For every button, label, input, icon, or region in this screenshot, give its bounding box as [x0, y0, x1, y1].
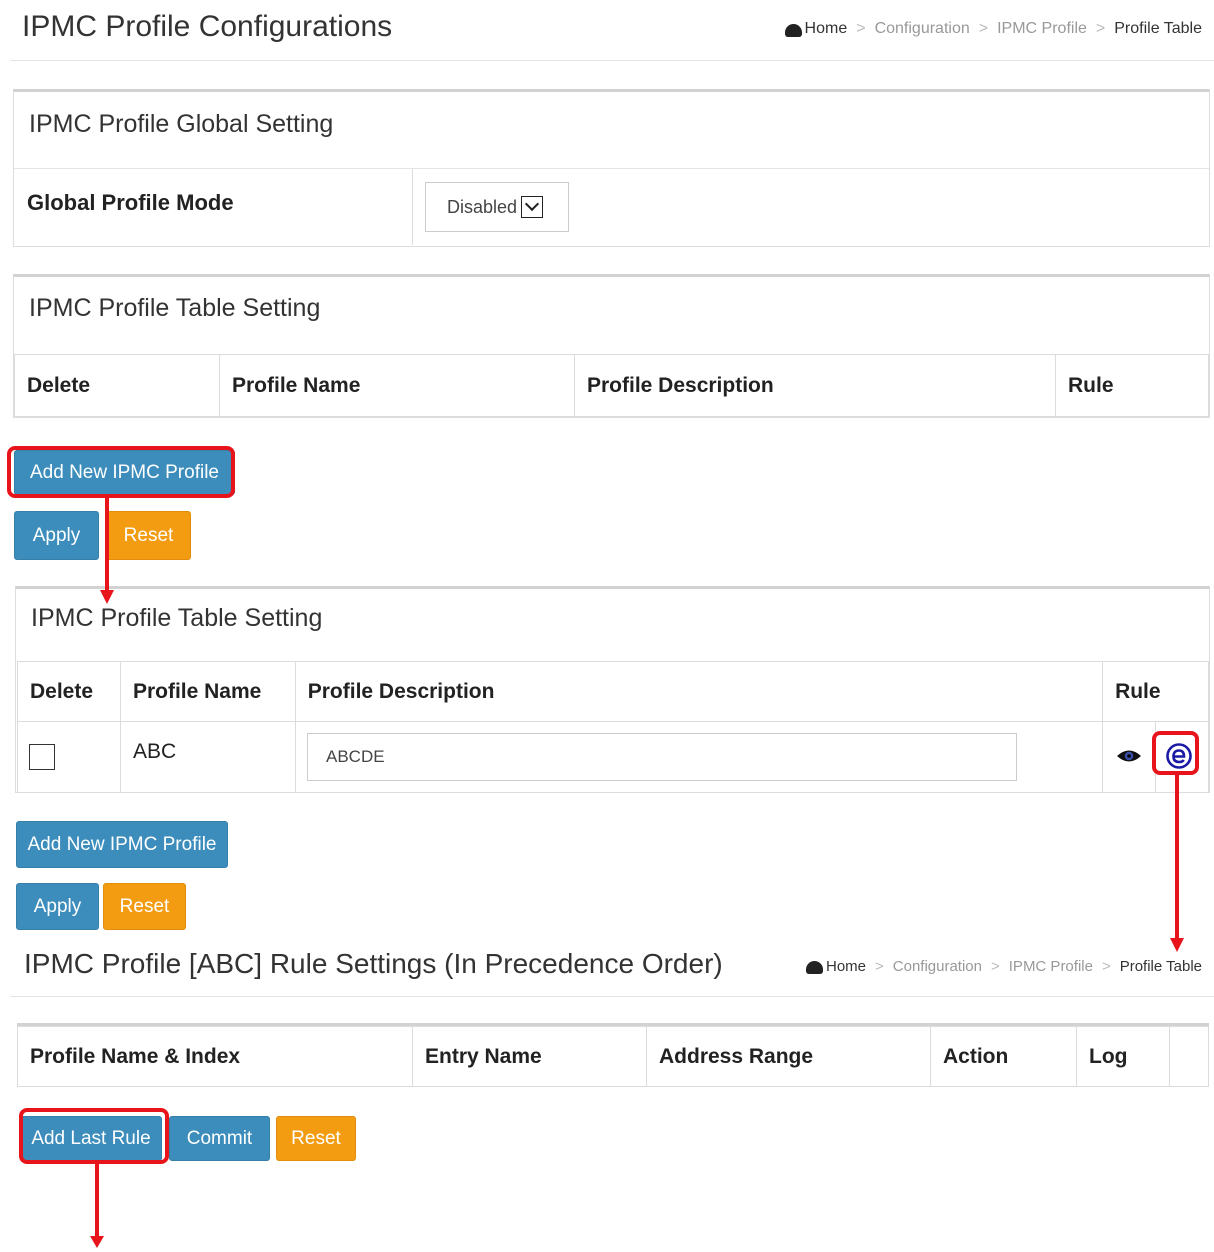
breadcrumb-ipmc-profile[interactable]: IPMC Profile: [1009, 958, 1093, 975]
breadcrumb-current: Profile Table: [1114, 20, 1202, 37]
cell-divider: [412, 169, 413, 245]
breadcrumb-separator: >: [991, 958, 1000, 975]
profile-table-title: IPMC Profile Table Setting: [29, 294, 321, 322]
col-delete: Delete: [14, 354, 220, 417]
header-divider: [10, 60, 1214, 61]
home-icon: [784, 23, 802, 37]
breadcrumb-separator: >: [978, 20, 989, 37]
col-profile-name: Profile Name: [119, 661, 296, 722]
col-rule: Rule: [1102, 661, 1209, 722]
col-address-range: Address Range: [646, 1026, 931, 1087]
breadcrumb-configuration[interactable]: Configuration: [893, 958, 982, 975]
annotation-arrow-line: [95, 1162, 99, 1236]
add-last-rule-button[interactable]: Add Last Rule: [20, 1116, 162, 1161]
add-new-ipmc-profile-button[interactable]: Add New IPMC Profile: [16, 821, 228, 868]
rule-table-header: Profile Name & Index Entry Name Address …: [17, 1026, 1209, 1087]
breadcrumb-current: Profile Table: [1119, 958, 1202, 975]
delete-checkbox[interactable]: [29, 744, 55, 770]
edit-icon-letter: [1172, 749, 1186, 764]
annotation-arrow-head: [1170, 938, 1184, 952]
breadcrumb-configuration[interactable]: Configuration: [875, 20, 970, 38]
col-profile-name-index: Profile Name & Index: [17, 1026, 413, 1087]
profile-name-cell: ABC: [119, 721, 296, 793]
add-new-ipmc-profile-button[interactable]: Add New IPMC Profile: [14, 450, 235, 495]
breadcrumb: Home > Configuration > IPMC Profile > Pr…: [784, 20, 1202, 38]
eye-pupil: [1127, 754, 1131, 758]
global-mode-row: Global Profile Mode: [14, 169, 1209, 245]
profile-table-title-filled: IPMC Profile Table Setting: [31, 604, 323, 632]
breadcrumb-separator: >: [875, 958, 884, 975]
page-title: IPMC Profile Configurations: [22, 10, 393, 43]
col-profile-description: Profile Description: [574, 354, 1056, 417]
global-setting-title: IPMC Profile Global Setting: [29, 110, 334, 138]
col-delete: Delete: [17, 661, 121, 722]
annotation-arrow-line: [1175, 773, 1179, 940]
breadcrumb: Home > Configuration > IPMC Profile > Pr…: [805, 958, 1202, 975]
commit-button[interactable]: Commit: [169, 1116, 270, 1161]
breadcrumb-home[interactable]: Home: [805, 20, 848, 38]
chevron-down-icon: [521, 196, 544, 218]
header-divider: [10, 996, 1214, 997]
rule-settings-title: IPMC Profile [ABC] Rule Settings (In Pre…: [24, 948, 723, 979]
apply-button[interactable]: Apply: [14, 511, 99, 560]
breadcrumb-separator: >: [1101, 958, 1111, 975]
global-mode-label: Global Profile Mode: [27, 190, 234, 215]
col-rule: Rule: [1055, 354, 1209, 417]
profile-description-input[interactable]: ABCDE: [307, 733, 1017, 781]
home-icon: [805, 961, 823, 974]
col-log: Log: [1076, 1026, 1170, 1087]
col-empty: [1169, 1026, 1209, 1087]
breadcrumb-home[interactable]: Home: [826, 958, 866, 975]
annotation-arrow-line: [105, 496, 109, 592]
reset-button[interactable]: Reset: [276, 1116, 356, 1161]
breadcrumb-ipmc-profile[interactable]: IPMC Profile: [997, 20, 1087, 38]
breadcrumb-separator: >: [856, 20, 866, 37]
annotation-arrow-head: [100, 590, 114, 604]
reset-button[interactable]: Reset: [103, 883, 186, 930]
profile-table-header: Delete Profile Name Profile Description …: [14, 354, 1209, 417]
col-action: Action: [930, 1026, 1077, 1087]
col-profile-description: Profile Description: [294, 661, 1104, 722]
global-mode-value: Disabled: [447, 196, 518, 217]
global-mode-select[interactable]: Disabled: [425, 182, 569, 232]
reset-button[interactable]: Reset: [106, 511, 191, 560]
breadcrumb-separator: >: [1095, 20, 1106, 37]
eye-icon[interactable]: [1116, 748, 1142, 764]
apply-button[interactable]: Apply: [16, 883, 99, 930]
edit-e-icon[interactable]: [1166, 743, 1192, 769]
col-entry-name: Entry Name: [412, 1026, 647, 1087]
col-profile-name: Profile Name: [219, 354, 575, 417]
annotation-arrow-head: [90, 1236, 104, 1248]
